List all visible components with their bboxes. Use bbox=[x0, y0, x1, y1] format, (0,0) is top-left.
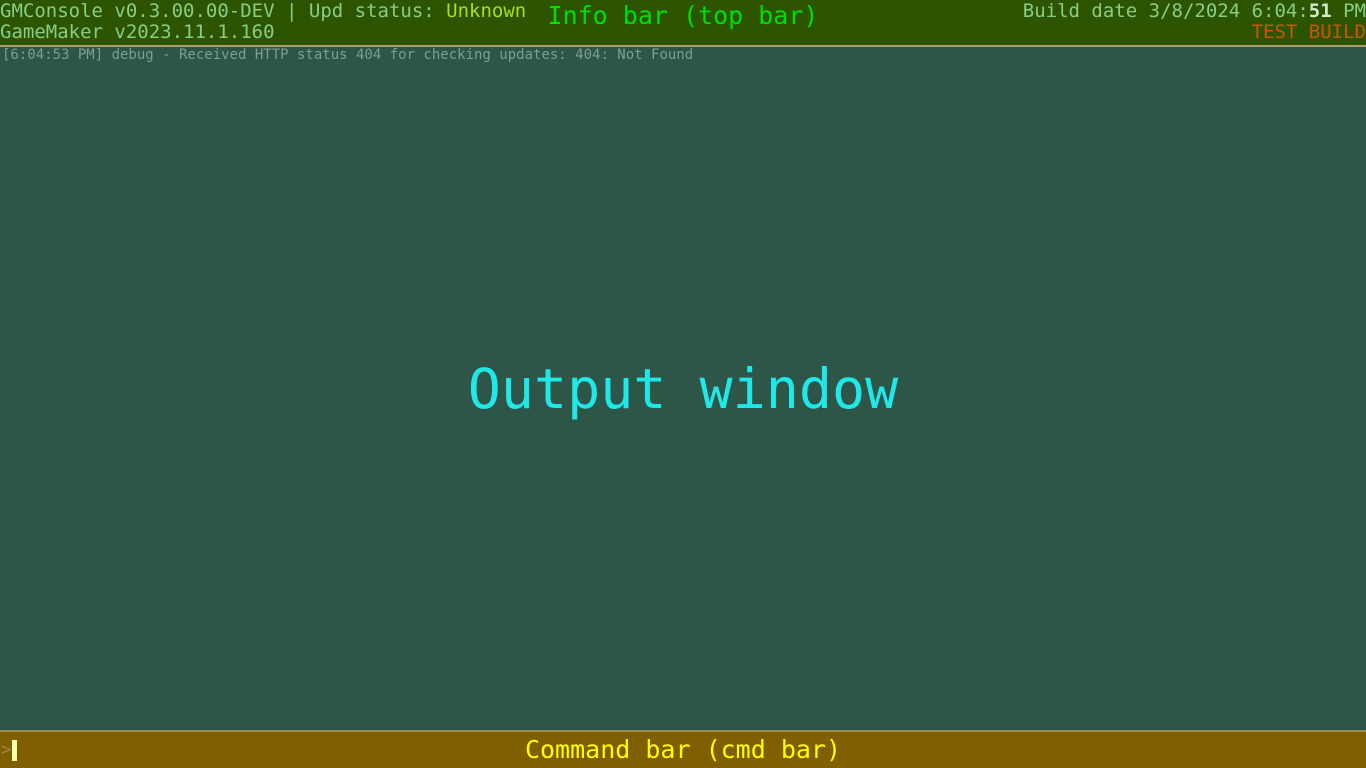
build-date-seconds: 51 bbox=[1308, 0, 1332, 22]
output-window[interactable]: [6:04:53 PM] debug - Received HTTP statu… bbox=[0, 47, 1366, 730]
command-input-wrap[interactable]: > bbox=[0, 732, 18, 768]
prompt-symbol-icon: > bbox=[1, 740, 12, 760]
gmconsole-window: GMConsole v0.3.00.00-DEV | Upd status: U… bbox=[0, 0, 1366, 768]
log-line: [6:04:53 PM] debug - Received HTTP statu… bbox=[2, 47, 694, 63]
build-date-suffix: PM bbox=[1331, 0, 1366, 22]
output-window-label: Output window bbox=[467, 356, 899, 421]
text-caret bbox=[12, 739, 18, 761]
build-date-line: Build date 3/8/2024 6:04:51 PM bbox=[1023, 0, 1366, 22]
build-date-prefix: Build date 3/8/2024 6:04: bbox=[1022, 0, 1309, 22]
log-list: [6:04:53 PM] debug - Received HTTP statu… bbox=[0, 47, 1366, 64]
build-tag-badge: TEST BUILD bbox=[1251, 21, 1366, 43]
info-bar: GMConsole v0.3.00.00-DEV | Upd status: U… bbox=[0, 0, 1366, 45]
command-bar[interactable]: > Command bar (cmd bar) bbox=[0, 732, 1366, 768]
command-bar-label: Command bar (cmd bar) bbox=[524, 735, 842, 764]
